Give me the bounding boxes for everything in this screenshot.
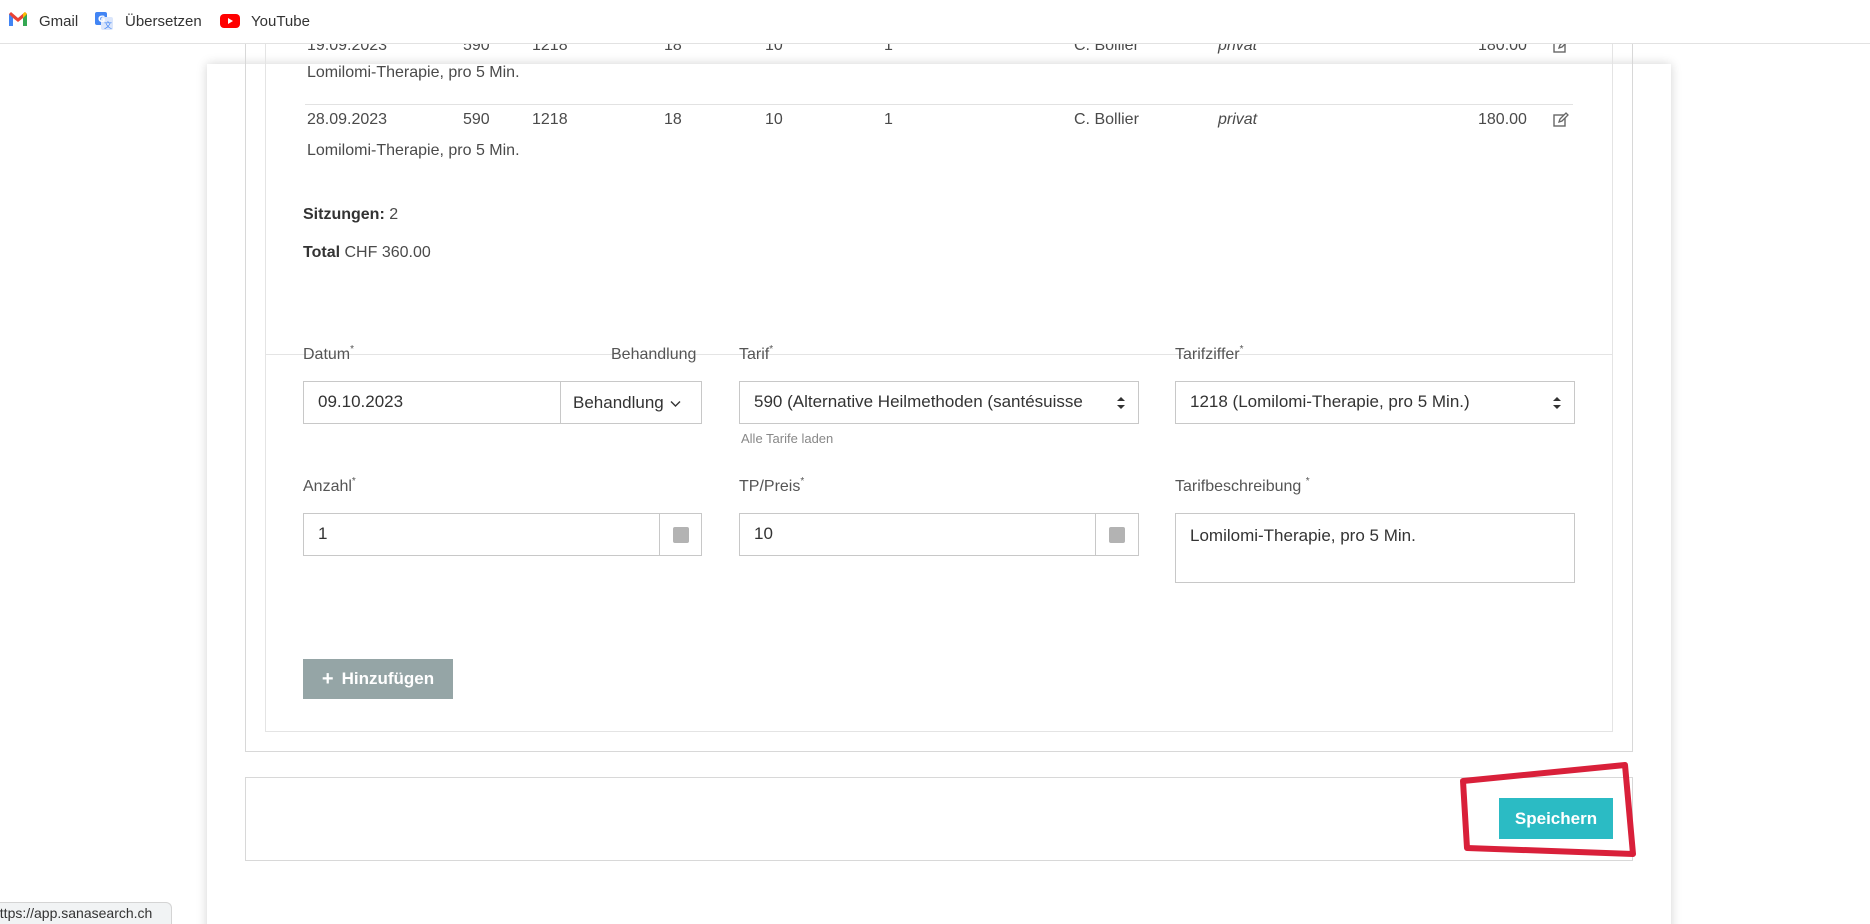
tarif-label: Tarif*: [739, 344, 774, 363]
select-arrows-icon: [1116, 395, 1126, 411]
tarifziffer-select-value: 1218 (Lomilomi-Therapie, pro 5 Min.): [1190, 392, 1470, 411]
add-button-label: Hinzufügen: [341, 669, 435, 688]
anzahl-label: Anzahl*: [303, 476, 356, 495]
status-bar-url: https://app.sanasearch.ch: [0, 902, 172, 924]
behandlung-dropdown-label: Behandlung: [573, 392, 664, 412]
bookmark-label: Gmail: [39, 12, 79, 30]
bookmark-youtube[interactable]: YouTube: [220, 11, 310, 31]
youtube-icon: [220, 11, 242, 31]
sessions-value: 2: [389, 206, 399, 223]
tarifbeschreibung-textarea[interactable]: Lomilomi-Therapie, pro 5 Min.: [1175, 513, 1575, 583]
behandlung-dropdown[interactable]: Behandlung: [560, 381, 702, 424]
page-content: 19.09.2023 590 1218 18 10 1 C. Bollier p…: [0, 34, 1870, 924]
gmail-icon: [8, 11, 30, 31]
tp-preis-input[interactable]: 10: [739, 513, 1096, 556]
tarifziffer-select[interactable]: 1218 (Lomilomi-Therapie, pro 5 Min.): [1175, 381, 1575, 424]
entry-col6: 1: [884, 111, 893, 128]
tarif-select-value: 590 (Alternative Heilmethoden (santésuis…: [754, 392, 1083, 411]
checkbox-icon: [672, 526, 689, 543]
bookmark-translate[interactable]: G 文 Übersetzen: [94, 11, 202, 31]
sessions-summary: Sitzungen: 2: [303, 206, 398, 224]
chevron-down-icon: [670, 393, 681, 413]
entry-tarif: 590: [463, 111, 490, 128]
section-divider: [266, 354, 1612, 355]
behandlung-label: Behandlung: [611, 346, 697, 363]
entry-col5: 10: [765, 111, 783, 128]
bookmark-label: YouTube: [251, 12, 310, 30]
total-summary: Total CHF 360.00: [303, 244, 431, 262]
checkbox-icon: [1109, 526, 1125, 543]
highlight-annotation: [1460, 762, 1636, 857]
anzahl-input[interactable]: 1: [303, 513, 660, 556]
entry-description: Lomilomi-Therapie, pro 5 Min.: [307, 64, 520, 81]
tp-preis-checkbox[interactable]: [1095, 513, 1139, 556]
datum-input[interactable]: 09.10.2023: [303, 381, 561, 424]
tarifbeschreibung-label: Tarifbeschreibung *: [1175, 476, 1310, 495]
anzahl-checkbox[interactable]: [659, 513, 702, 556]
entry-type: privat: [1218, 111, 1258, 128]
tp-preis-label: TP/Preis*: [739, 476, 805, 495]
load-all-tariffs-link[interactable]: Alle Tarife laden: [741, 431, 833, 446]
tarifziffer-label: Tarifziffer*: [1175, 344, 1244, 363]
bookmarks-bar: Gmail G 文 Übersetzen YouTube: [0, 0, 1870, 44]
select-arrows-icon: [1552, 395, 1562, 411]
translate-icon: G 文: [94, 11, 116, 31]
entry-date: 28.09.2023: [307, 111, 388, 128]
entry-col4: 18: [664, 111, 682, 128]
form-footer: [245, 777, 1633, 861]
entry-ziffer: 1218: [532, 111, 568, 128]
tarif-select[interactable]: 590 (Alternative Heilmethoden (santésuis…: [739, 381, 1139, 424]
add-button[interactable]: + Hinzufügen: [303, 659, 453, 699]
total-value: CHF 360.00: [344, 244, 431, 261]
status-url-text: https://app.sanasearch.ch: [0, 905, 153, 921]
svg-text:文: 文: [104, 20, 112, 30]
row-divider: [305, 104, 1573, 105]
entry-therapist: C. Bollier: [1074, 111, 1139, 128]
entry-description: Lomilomi-Therapie, pro 5 Min.: [307, 142, 520, 159]
entry-amount: 180.00: [1478, 111, 1527, 128]
datum-label: Datum*: [303, 344, 355, 363]
edit-icon[interactable]: [1553, 112, 1569, 128]
sessions-label: Sitzungen:: [303, 206, 385, 223]
bookmark-label: Übersetzen: [125, 12, 202, 30]
plus-icon: +: [321, 667, 334, 690]
bookmark-gmail[interactable]: Gmail: [8, 11, 78, 31]
total-label: Total: [303, 244, 341, 261]
